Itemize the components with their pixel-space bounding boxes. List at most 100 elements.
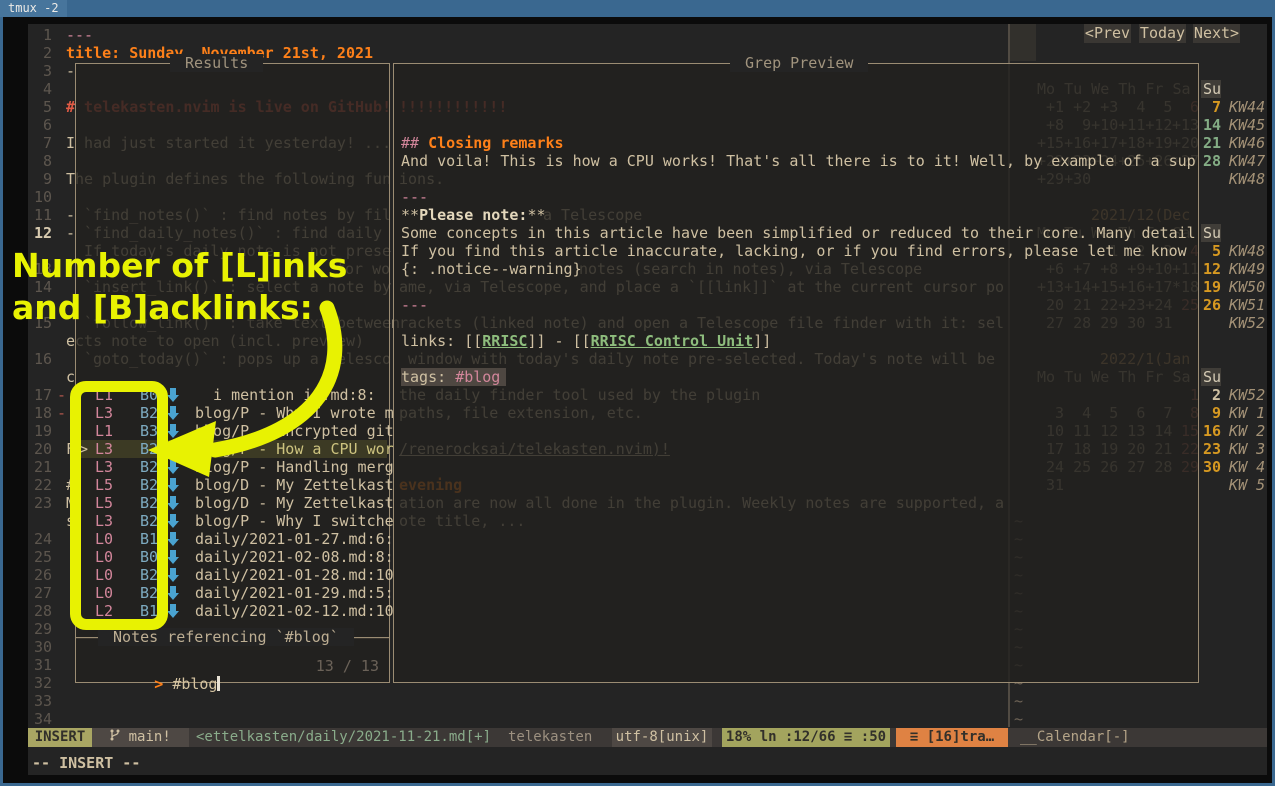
plugin-name: telekasten: [508, 728, 592, 747]
git-branch: main!: [92, 728, 189, 747]
calendar-week-number: KW47: [1229, 152, 1265, 170]
result-backlink-count: B2: [140, 566, 158, 584]
result-text: blog/P - Why I switche: [195, 512, 394, 530]
preview-line: links: [[RRISC]] - [[RRISC Control Unit]…: [401, 332, 771, 350]
preview-text: RRISC Control Unit: [591, 332, 754, 350]
calendar-sunday-cell[interactable]: 21: [1201, 134, 1221, 152]
position-info: 18% ln :12/66 ≡ :50: [722, 728, 890, 747]
calendar-sunday-cell[interactable]: 19: [1201, 278, 1221, 296]
preview-text: **: [401, 206, 419, 224]
calendar-week-number: KW44: [1229, 98, 1265, 116]
result-link-count: L3: [95, 512, 113, 530]
preview-text: {: .notice--warning}: [401, 260, 582, 278]
result-item[interactable]: L1B0 i mention it.md:8:: [77, 386, 387, 404]
calendar-week-number: KW48: [1229, 170, 1265, 188]
result-text: blog/D - My Zettelkast: [195, 476, 394, 494]
calendar-sunday-cell[interactable]: 28: [1201, 152, 1221, 170]
calendar-sunday-cell[interactable]: 30: [1201, 458, 1221, 476]
result-text: daily/2021-01-27.md:6:: [195, 530, 394, 548]
line-number: 31: [28, 656, 52, 674]
result-item[interactable]: L0B2daily/2021-01-28.md:10: [77, 566, 387, 584]
calendar-sunday-header: Su: [1201, 368, 1221, 386]
calendar-week-number: KW 5: [1229, 476, 1265, 494]
result-item[interactable]: L5B2blog/D - My Zettelkast: [77, 476, 387, 494]
result-item[interactable]: L0B0daily/2021-02-08.md:8:: [77, 548, 387, 566]
result-link-count: L2: [95, 602, 113, 620]
calendar-sunday-cell[interactable]: 23: [1201, 440, 1221, 458]
prompt-query-text: #blog: [172, 675, 217, 693]
buffer-text: ---: [66, 26, 93, 44]
preview-text: Some concepts in this article have been …: [401, 224, 1196, 242]
calendar-sunday-cell[interactable]: 26: [1201, 296, 1221, 314]
calendar-sunday-cell[interactable]: 9: [1201, 404, 1221, 422]
result-link-count: L0: [95, 548, 113, 566]
result-backlink-count: B3: [140, 422, 158, 440]
preview-text: tags:: [401, 368, 455, 386]
results-window: Results L1B0 i mention it.md:8:L3B2blog/…: [75, 63, 390, 639]
warning-indicator: ≡ [16]tra…: [896, 728, 1008, 747]
prompt-window: Notes referencing `#blog` > #blog 13 / 1…: [75, 637, 390, 683]
preview-text: RRISC: [482, 332, 527, 350]
calendar-week-number: KW 3: [1229, 440, 1265, 458]
preview-text: links: [[: [401, 332, 482, 350]
calendar-sunday-cell[interactable]: 2: [1201, 386, 1221, 404]
result-link-count: L3: [95, 404, 113, 422]
result-item[interactable]: L0B2daily/2021-01-29.md:5:: [77, 584, 387, 602]
calendar-week-number: KW 4: [1229, 458, 1265, 476]
tmux-session-tab[interactable]: tmux -2: [0, 0, 67, 17]
preview-text: #blog: [455, 368, 500, 386]
preview-text: ]] - [[: [527, 332, 590, 350]
line-number: 33: [28, 692, 52, 710]
preview-line: {: .notice--warning}: [401, 260, 582, 278]
result-text: i mention it.md:8:: [195, 386, 376, 404]
preview-text: ##: [401, 134, 428, 152]
line-number: 32: [28, 674, 52, 692]
calendar-sunday-cell[interactable]: 5: [1201, 242, 1221, 260]
calendar-prev-button[interactable]: <Prev: [1084, 24, 1131, 43]
result-item[interactable]: L3B2blog/P - Why I wrote m: [77, 404, 387, 422]
calendar-sunday-cell[interactable]: 14: [1201, 116, 1221, 134]
calendar-sunday-cell[interactable]: 12: [1201, 260, 1221, 278]
calendar-next-button[interactable]: Next>: [1193, 24, 1240, 43]
line-number: 24: [28, 530, 52, 548]
prompt-input[interactable]: > #blog: [82, 657, 220, 711]
result-item[interactable]: L3B2blog/P - Why I switche: [77, 512, 387, 530]
preview-text: If you find this article inaccurate, lac…: [401, 242, 1187, 260]
selection-caret: >: [79, 440, 88, 458]
result-item[interactable]: L0B1daily/2021-01-27.md:6:: [77, 530, 387, 548]
preview-line: tags: #blog: [401, 368, 506, 386]
line-number: 23: [28, 494, 52, 512]
result-item[interactable]: L3B2blog/P - Handling merg: [77, 458, 387, 476]
result-link-count: L5: [95, 494, 113, 512]
mode-message: -- INSERT --: [32, 754, 140, 772]
result-item[interactable]: L2B1daily/2021-02-12.md:10: [77, 602, 387, 620]
vim-editor[interactable]: 1---2title: Sunday, November 21st, 20213…: [28, 24, 1267, 775]
result-link-count: L1: [95, 422, 113, 440]
calendar-sunday-cell[interactable]: 16: [1201, 422, 1221, 440]
preview-text: ]]: [753, 332, 771, 350]
calendar-today-button[interactable]: Today: [1139, 24, 1186, 43]
line-number: 26: [28, 566, 52, 584]
result-link-count: L3: [95, 440, 113, 458]
empty-line-tilde: ~: [1014, 710, 1023, 728]
result-backlink-count: B2: [140, 404, 158, 422]
result-item[interactable]: L5B2blog/D - My Zettelkast: [77, 494, 387, 512]
result-counter: 13 / 13: [316, 657, 379, 675]
preview-line: And voila! This is how a CPU works! That…: [401, 152, 1196, 170]
line-number: 28: [28, 602, 52, 620]
result-item[interactable]: >L3B2blog/P - How a CPU wor: [77, 440, 387, 458]
result-link-count: L3: [95, 458, 113, 476]
result-item[interactable]: L1B3blog/P - Encrypted git: [77, 422, 387, 440]
line-number: 27: [28, 584, 52, 602]
preview-text: Please note:: [419, 206, 527, 224]
calendar-sunday-cell[interactable]: 7: [1201, 98, 1221, 116]
prompt-caret: >: [154, 675, 172, 693]
result-link-count: L0: [95, 584, 113, 602]
calendar-week-number: KW50: [1229, 278, 1265, 296]
result-backlink-count: B2: [140, 458, 158, 476]
preview-line: **Please note:**: [401, 206, 546, 224]
calendar-week-number: KW 1: [1229, 404, 1265, 422]
result-text: blog/D - My Zettelkast: [195, 494, 394, 512]
buffer-text: -: [66, 62, 75, 80]
calendar-statusline: __Calendar[-]: [1020, 728, 1130, 747]
